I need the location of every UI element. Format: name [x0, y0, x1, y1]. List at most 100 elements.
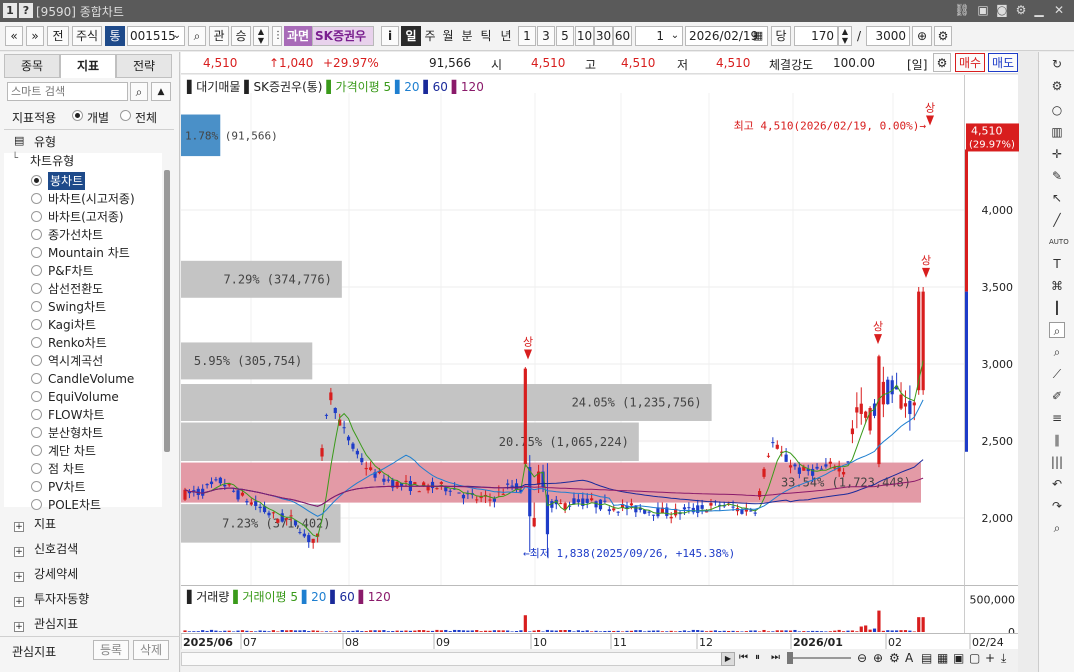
total-count-input[interactable]: 3000 — [866, 26, 910, 46]
tree-group-investor[interactable]: + 투자자동향 — [14, 590, 89, 607]
chart-type-item[interactable]: 바차트(시고저종) — [48, 190, 135, 208]
view-count-stepper-icon[interactable]: ▲ ▼ — [838, 26, 852, 46]
chart-type-radio[interactable] — [31, 337, 42, 348]
chart-type-item[interactable]: 봉차트 — [48, 172, 86, 190]
crosshair-icon[interactable]: ✛ — [1049, 146, 1065, 162]
nav-prev-button[interactable]: « — [5, 26, 23, 46]
circle-tool-icon[interactable]: ○ — [1049, 102, 1065, 118]
help-button[interactable]: ? — [19, 3, 33, 18]
stock-name-field[interactable]: SK증권우 — [312, 26, 374, 46]
chart-type-item[interactable]: PV차트 — [48, 478, 86, 496]
period-year-button[interactable]: 년 — [496, 26, 516, 46]
settings-icon[interactable]: ⚙ — [1013, 3, 1029, 18]
chart-type-item[interactable]: 점 차트 — [48, 460, 85, 478]
drag-handle-icon[interactable]: ⋮ — [272, 26, 283, 46]
chart-type-item[interactable]: Mountain 차트 — [48, 244, 130, 262]
settings-icon[interactable]: ⚙ — [1049, 78, 1065, 94]
updown-stepper-icon[interactable]: ▲ ▼ — [253, 26, 269, 46]
prev-button[interactable]: 전 — [47, 26, 69, 46]
save-icon[interactable]: ▣ — [975, 3, 991, 18]
chart-type-item[interactable]: EquiVolume — [48, 388, 119, 406]
chart-type-radio[interactable] — [31, 283, 42, 294]
scroll-right-icon[interactable]: ▶ — [721, 652, 735, 666]
chart-type-radio[interactable] — [31, 409, 42, 420]
window-number-button[interactable]: 1 — [3, 3, 17, 18]
bars-tool-icon[interactable]: ∥ — [1049, 432, 1065, 448]
window-icon[interactable]: ▣ — [953, 651, 964, 665]
calendar-icon[interactable]: ▦ — [750, 26, 766, 46]
interval-3-button[interactable]: 3 — [537, 26, 555, 46]
marker-tool-icon[interactable]: ✐ — [1049, 388, 1065, 404]
register-button[interactable]: 등록 — [93, 640, 129, 660]
gwan-button[interactable]: 관 — [209, 26, 229, 46]
chart-type-radio[interactable] — [31, 445, 42, 456]
columns-tool-icon[interactable]: ||| — [1049, 454, 1065, 470]
chart-type-item[interactable]: Kagi차트 — [48, 316, 96, 334]
refresh-icon[interactable]: ↻ — [1049, 56, 1065, 72]
zoom-slider[interactable] — [787, 657, 851, 659]
chart-type-item[interactable]: POLE차트 — [48, 496, 101, 514]
period-minute-button[interactable]: 분 — [458, 26, 476, 46]
period-tick-button[interactable]: 틱 — [477, 26, 495, 46]
measure-tool-icon[interactable]: ⟋ — [1049, 366, 1065, 382]
arrow-up-icon[interactable]: ▲ — [151, 82, 171, 101]
magnet-tool-icon[interactable]: ⌘ — [1049, 278, 1065, 294]
chart-type-item[interactable]: FLOW차트 — [48, 406, 105, 424]
chart-type-radio[interactable] — [31, 319, 42, 330]
text-tool-icon[interactable]: A — [905, 651, 913, 665]
settings-icon[interactable]: ⚙ — [889, 651, 900, 665]
chart-type-radio[interactable] — [31, 193, 42, 204]
chart-type-item[interactable]: 분산형차트 — [48, 424, 103, 442]
chart-type-radio[interactable] — [31, 427, 42, 438]
fullscreen-icon[interactable]: ▢ — [969, 651, 980, 665]
chart-type-item[interactable]: 삼선전환도 — [48, 280, 103, 298]
chart-type-item[interactable]: CandleVolume — [48, 370, 134, 388]
last-page-icon[interactable]: ⏭ — [771, 652, 780, 663]
chart-type-radio[interactable] — [31, 247, 42, 258]
zoom-in-icon[interactable]: ⊕ — [912, 26, 932, 46]
settings-icon[interactable]: ⚙ — [933, 53, 951, 72]
chevron-down-icon[interactable]: ⌄ — [171, 26, 183, 46]
chevron-down-icon[interactable]: ⌄ — [668, 26, 682, 46]
chart-type-item[interactable]: 종가선차트 — [48, 226, 103, 244]
tree-group-favorite[interactable]: + 관심지표 — [14, 615, 78, 632]
minimize-icon[interactable]: ▁ — [1031, 3, 1047, 18]
sung-button[interactable]: 승 — [231, 26, 251, 46]
chart-type-item[interactable]: 계단 차트 — [48, 442, 96, 460]
fibo-tool-icon[interactable]: ≡ — [1049, 410, 1065, 426]
settings-icon[interactable]: ⚙ — [934, 26, 952, 46]
magnifier-icon[interactable]: ⌕ — [1049, 322, 1065, 338]
sell-button[interactable]: 매도 — [988, 53, 1018, 72]
tab-strategy[interactable]: 전략 — [116, 54, 172, 78]
period-week-button[interactable]: 주 — [421, 26, 439, 46]
chart-type-item[interactable]: 역시계곡선 — [48, 352, 103, 370]
chart-type-item[interactable]: Swing차트 — [48, 298, 106, 316]
zoom-slider-handle[interactable] — [787, 652, 793, 664]
search-icon[interactable]: ⌕ — [130, 82, 148, 101]
chart-type-radio[interactable] — [31, 373, 42, 384]
close-icon[interactable]: ✕ — [1051, 3, 1067, 18]
delete-button[interactable]: 삭제 — [133, 640, 169, 660]
interval-1-button[interactable]: 1 — [518, 26, 536, 46]
list-scrollbar[interactable] — [164, 170, 170, 452]
dang-button[interactable]: 당 — [771, 26, 791, 46]
type-section-header[interactable]: ▤ 유형 — [4, 129, 174, 149]
export-icon[interactable]: ⤓ — [1001, 651, 1006, 666]
undo-icon[interactable]: ↶ — [1049, 476, 1065, 492]
chart-type-radio[interactable] — [31, 355, 42, 366]
chart-type-radio[interactable] — [31, 463, 42, 474]
price-chart[interactable]: ▌대기매물 ▌SK증권우(통) ▌가격이평 5 ▌20 ▌60 ▌120 1.7… — [181, 75, 964, 585]
chart-type-radio[interactable] — [31, 211, 42, 222]
smart-search-input[interactable] — [7, 82, 128, 101]
line-tool-icon[interactable]: ╱ — [1049, 212, 1065, 228]
pen-tool-icon[interactable]: ✎ — [1049, 168, 1065, 184]
add-icon[interactable]: + — [985, 651, 995, 665]
interval-10-button[interactable]: 10 — [575, 26, 594, 46]
pointer-tool-icon[interactable]: ↖ — [1049, 190, 1065, 206]
tree-group-signal[interactable]: + 신호검색 — [14, 540, 78, 557]
tab-indicator[interactable]: 지표 — [60, 54, 116, 78]
apply-all-radio[interactable] — [120, 110, 131, 121]
zoom-in-icon[interactable]: ⊕ — [873, 651, 883, 665]
buy-button[interactable]: 매수 — [955, 53, 985, 72]
chart-type-radio[interactable] — [31, 481, 42, 492]
